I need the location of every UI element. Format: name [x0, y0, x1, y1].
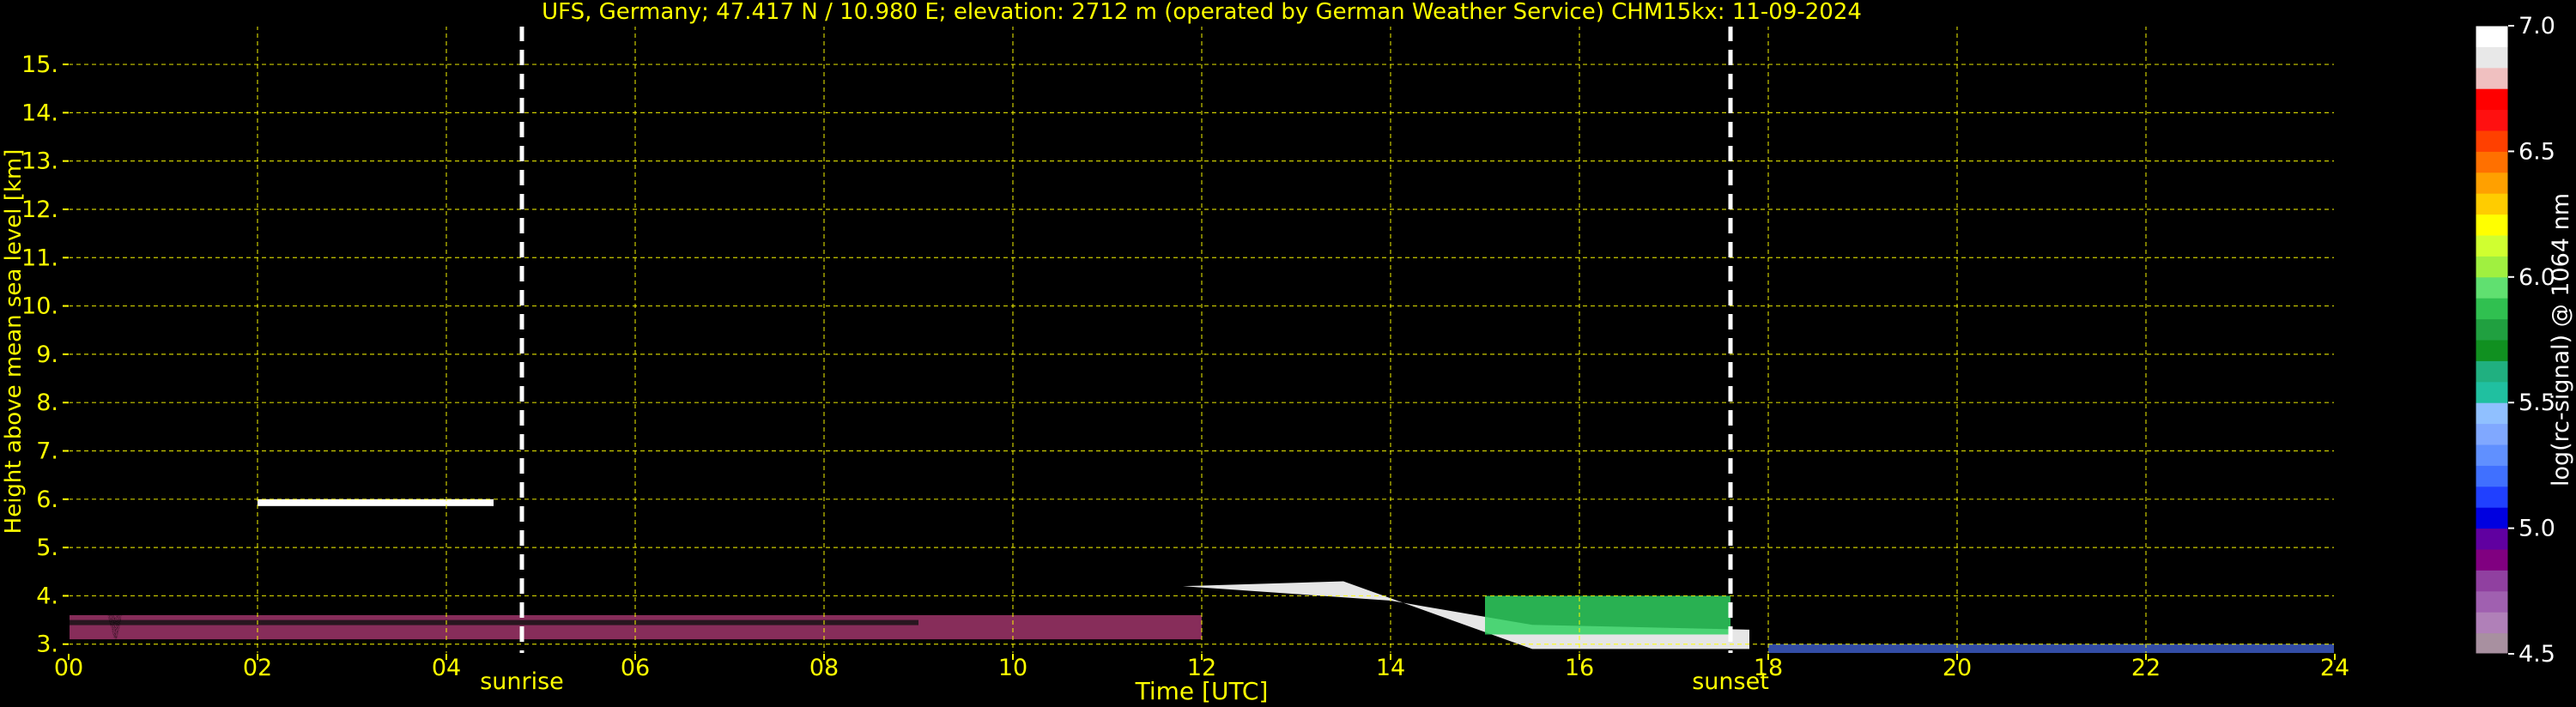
colorbar-swatch — [2476, 444, 2508, 466]
colorbar-swatch — [2476, 590, 2508, 613]
colorbar-swatch — [2476, 193, 2508, 215]
colorbar-swatch — [2476, 360, 2508, 383]
y-tick-label: 10. — [21, 293, 58, 320]
colorbar-tick-label: 6.5 — [2518, 138, 2555, 165]
y-tick-label: 14. — [21, 100, 58, 126]
colorbar-swatch — [2476, 632, 2508, 655]
colorbar-swatch — [2476, 340, 2508, 361]
colorbar-swatch — [2476, 486, 2508, 508]
x-tick-label: 00 — [54, 655, 83, 681]
x-axis-label: Time [UTC] — [1135, 677, 1269, 705]
y-tick-label: 7. — [36, 438, 58, 465]
colorbar-tick-label: 7.0 — [2518, 13, 2555, 39]
colorbar-tick-label: 5.0 — [2518, 516, 2555, 542]
x-tick-label: 16 — [1565, 655, 1594, 681]
colorbar-swatch — [2476, 88, 2508, 111]
night-signal — [1725, 26, 2335, 654]
x-tick-label: 14 — [1376, 655, 1405, 681]
y-tick-label: 8. — [36, 390, 58, 416]
chart-title: UFS, Germany; 47.417 N / 10.980 E; eleva… — [542, 0, 1862, 25]
colorbar-swatch — [2476, 402, 2508, 425]
y-tick-label: 3. — [36, 631, 58, 658]
x-tick-label: 02 — [243, 655, 272, 681]
y-axis-label: Height above mean sea level [km] — [1, 149, 27, 535]
colorbar-swatch — [2476, 235, 2508, 257]
x-tick-label: 20 — [1943, 655, 1972, 681]
y-tick-label: 5. — [36, 535, 58, 561]
daytime-noise — [773, 26, 1760, 644]
y-tick-label: 4. — [36, 583, 58, 609]
colorbar-swatch — [2476, 318, 2508, 341]
ceilometer-chart: sunrise sunset00 02 04 06 08 10 12 14 16 18 20 22 243… — [1, 0, 2574, 705]
x-tick-label: 10 — [998, 655, 1027, 681]
residual-layer-dark-band — [69, 619, 918, 625]
colorbar-swatch — [2476, 276, 2508, 299]
y-tick-label: 11. — [21, 245, 58, 271]
x-tick-label: 24 — [2320, 655, 2349, 681]
y-tick-label: 9. — [36, 341, 58, 368]
cloud-layer-top — [258, 499, 494, 506]
colorbar-swatch — [2476, 256, 2508, 278]
colorbar-swatch — [2476, 381, 2508, 403]
colorbar-swatch — [2476, 298, 2508, 320]
x-tick-label: 06 — [621, 655, 650, 681]
sunrise-label: sunrise — [480, 668, 564, 695]
colorbar-swatch — [2476, 612, 2508, 634]
afternoon-aerosol-layer — [1485, 595, 1730, 635]
colorbar-swatch — [2476, 109, 2508, 131]
y-tick-label: 13. — [21, 148, 58, 175]
colorbar-swatch — [2476, 507, 2508, 529]
colorbar-swatch — [2476, 172, 2508, 194]
x-tick-label: 22 — [2131, 655, 2161, 681]
x-tick-label: 08 — [809, 655, 839, 681]
colorbar-label: log(rc-signal) @ 1064 nm — [2548, 193, 2574, 486]
colorbar-swatch — [2476, 423, 2508, 445]
colorbar-swatch — [2476, 26, 2508, 47]
colorbar-swatch — [2476, 46, 2508, 69]
colorbar-swatch — [2476, 528, 2508, 550]
y-tick-label: 15. — [21, 51, 58, 78]
colorbar-swatch — [2476, 130, 2508, 152]
colorbar-swatch — [2476, 214, 2508, 236]
colorbar-swatch — [2476, 549, 2508, 571]
night-surface-layer — [1768, 644, 2335, 654]
colorbar-swatch — [2476, 67, 2508, 89]
colorbar: 4.55.05.56.06.57.0 — [2475, 13, 2555, 668]
residual-layer-core — [69, 614, 1202, 640]
y-tick-label: 12. — [21, 196, 58, 223]
y-tick-label: 6. — [36, 486, 58, 513]
x-tick-label: 04 — [432, 655, 461, 681]
colorbar-swatch — [2476, 465, 2508, 487]
colorbar-swatch — [2476, 151, 2508, 173]
colorbar-tick-label: 4.5 — [2518, 641, 2555, 668]
colorbar-swatch — [2476, 570, 2508, 592]
x-tick-label: 18 — [1754, 655, 1783, 681]
